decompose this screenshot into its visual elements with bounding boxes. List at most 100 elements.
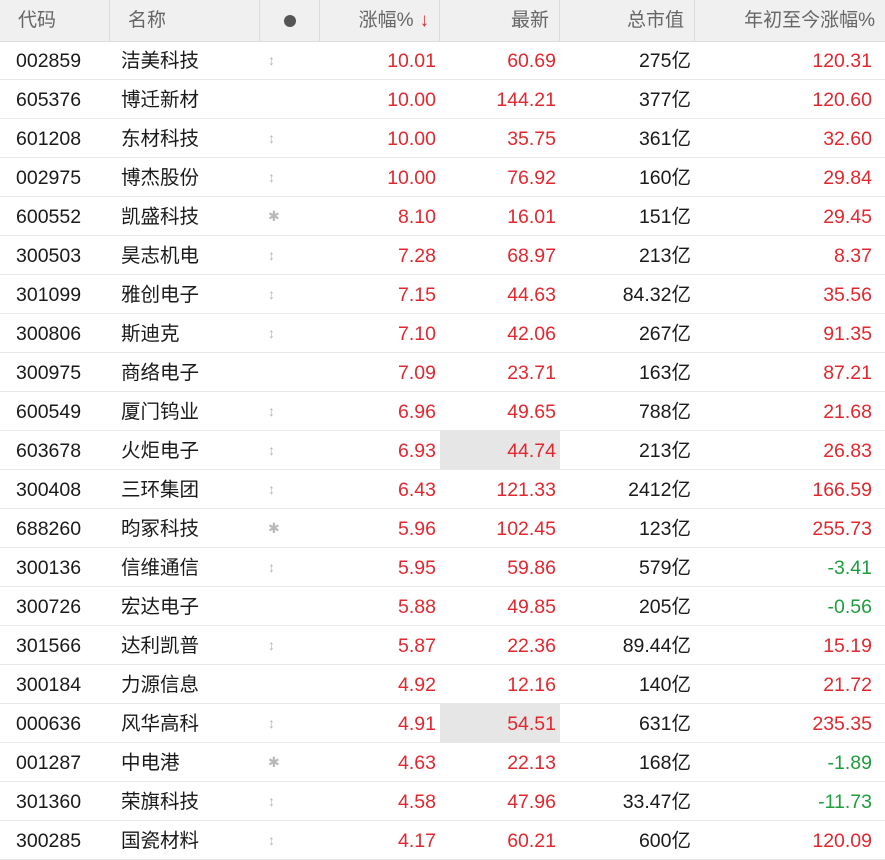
table-row[interactable]: 600549 厦门钨业 ↕ 6.96 49.65 788亿 21.68 <box>0 392 885 431</box>
stock-name: 博杰股份 <box>121 167 200 189</box>
market-cap: 205亿 <box>638 596 691 618</box>
table-row[interactable]: 300285 国瓷材料 ↕ 4.17 60.21 600亿 120.09 <box>0 821 885 860</box>
stock-code: 605376 <box>16 89 82 111</box>
latest-price: 35.75 <box>507 128 556 150</box>
table-row[interactable]: 688260 昀冢科技 ✱ 5.96 102.45 123亿 255.73 <box>0 509 885 548</box>
table-row[interactable]: 301360 荣旗科技 ↕ 4.58 47.96 33.47亿 -11.73 <box>0 782 885 821</box>
header-latest[interactable]: 最新 <box>440 0 560 41</box>
ytd-change: 26.83 <box>823 440 872 462</box>
stock-name: 宏达电子 <box>121 596 200 618</box>
header-marker[interactable] <box>260 0 320 41</box>
stock-code: 300503 <box>16 245 82 267</box>
table-header: 代码 名称 涨幅% ↓ 最新 总市值 年初至今涨幅% <box>0 0 885 42</box>
market-cap: 275亿 <box>638 50 691 72</box>
table-row[interactable]: 300136 信维通信 ↕ 5.95 59.86 579亿 -3.41 <box>0 548 885 587</box>
market-cap: 33.47亿 <box>622 791 691 813</box>
updown-arrow-icon: ↕ <box>268 637 275 653</box>
stock-code: 002975 <box>16 167 82 189</box>
stock-code: 000636 <box>16 713 82 735</box>
latest-price: 22.36 <box>507 635 556 657</box>
ytd-change: 120.60 <box>812 89 872 111</box>
ytd-change: -3.41 <box>827 557 872 579</box>
latest-price: 22.13 <box>507 752 556 774</box>
ytd-change: 32.60 <box>823 128 872 150</box>
latest-price: 12.16 <box>507 674 556 696</box>
stock-code: 301566 <box>16 635 82 657</box>
stock-code: 600549 <box>16 401 82 423</box>
header-name-label: 名称 <box>128 10 167 31</box>
updown-arrow-icon <box>260 80 320 118</box>
stock-code: 300285 <box>16 830 82 852</box>
market-cap: 788亿 <box>638 401 691 423</box>
latest-price: 49.85 <box>507 596 556 618</box>
updown-arrow-icon: ↕ <box>268 403 275 419</box>
change-pct: 5.96 <box>398 518 436 540</box>
market-cap: 213亿 <box>638 245 691 267</box>
dot-icon <box>283 14 296 27</box>
latest-price: 47.96 <box>507 791 556 813</box>
latest-price: 49.65 <box>507 401 556 423</box>
header-ytd-change[interactable]: 年初至今涨幅% <box>695 0 885 41</box>
updown-arrow-icon: ↕ <box>268 169 275 185</box>
table-row[interactable]: 301099 雅创电子 ↕ 7.15 44.63 84.32亿 35.56 <box>0 275 885 314</box>
table-row[interactable]: 601208 东材科技 ↕ 10.00 35.75 361亿 32.60 <box>0 119 885 158</box>
stock-table: 代码 名称 涨幅% ↓ 最新 总市值 年初至今涨幅% 002859 洁美科技 ↕ 10.… <box>0 0 885 860</box>
stock-code: 301360 <box>16 791 82 813</box>
ytd-change: -1.89 <box>827 752 872 774</box>
table-row[interactable]: 300975 商络电子 7.09 23.71 163亿 87.21 <box>0 353 885 392</box>
table-row[interactable]: 300806 斯迪克 ↕ 7.10 42.06 267亿 91.35 <box>0 314 885 353</box>
updown-arrow-icon: ↕ <box>268 247 275 263</box>
stock-name: 火炬电子 <box>121 440 200 462</box>
table-row[interactable]: 002859 洁美科技 ↕ 10.01 60.69 275亿 120.31 <box>0 41 885 80</box>
header-change-pct[interactable]: 涨幅% ↓ <box>320 0 440 41</box>
change-pct: 6.43 <box>398 479 436 501</box>
change-pct: 5.88 <box>398 596 436 618</box>
change-pct: 10.00 <box>387 167 436 189</box>
table-body: 002859 洁美科技 ↕ 10.01 60.69 275亿 120.31 605376 博迁新… <box>0 41 885 860</box>
table-row[interactable]: 000636 风华高科 ↕ 4.91 54.51 631亿 235.35 <box>0 704 885 743</box>
updown-arrow-icon <box>260 665 320 703</box>
ytd-change: 255.73 <box>812 518 872 540</box>
market-cap: 160亿 <box>638 167 691 189</box>
header-market-cap[interactable]: 总市值 <box>560 0 695 41</box>
table-row[interactable]: 605376 博迁新材 10.00 144.21 377亿 120.60 <box>0 80 885 119</box>
stock-name: 博迁新材 <box>121 89 200 111</box>
change-pct: 6.93 <box>398 440 436 462</box>
change-pct: 10.00 <box>387 128 436 150</box>
latest-price: 60.69 <box>507 50 556 72</box>
header-ytd-change-label: 年初至今涨幅% <box>744 10 875 31</box>
ytd-change: 29.45 <box>823 206 872 228</box>
market-cap: 2412亿 <box>628 479 691 501</box>
ytd-change: 21.68 <box>823 401 872 423</box>
latest-price: 42.06 <box>507 323 556 345</box>
updown-arrow-icon: ↕ <box>268 286 275 302</box>
stock-name: 昊志机电 <box>121 245 200 267</box>
table-row[interactable]: 300408 三环集团 ↕ 6.43 121.33 2412亿 166.59 <box>0 470 885 509</box>
stock-name: 东材科技 <box>121 128 200 150</box>
updown-arrow-icon: ↕ <box>268 832 275 848</box>
table-row[interactable]: 001287 中电港 ✱ 4.63 22.13 168亿 -1.89 <box>0 743 885 782</box>
stock-name: 三环集团 <box>121 479 200 501</box>
header-name[interactable]: 名称 <box>110 0 260 41</box>
stock-code: 300975 <box>16 362 82 384</box>
ytd-change: 91.35 <box>823 323 872 345</box>
stock-name: 雅创电子 <box>121 284 200 306</box>
table-row[interactable]: 301566 达利凯普 ↕ 5.87 22.36 89.44亿 15.19 <box>0 626 885 665</box>
updown-arrow-icon: ↕ <box>268 325 275 341</box>
change-pct: 7.10 <box>398 323 436 345</box>
stock-name: 斯迪克 <box>121 323 180 345</box>
table-row[interactable]: 600552 凯盛科技 ✱ 8.10 16.01 151亿 29.45 <box>0 197 885 236</box>
header-code[interactable]: 代码 <box>0 0 110 41</box>
stock-code: 300136 <box>16 557 82 579</box>
stock-name: 凯盛科技 <box>121 206 200 228</box>
latest-price: 44.74 <box>440 431 560 469</box>
stock-code: 600552 <box>16 206 82 228</box>
table-row[interactable]: 603678 火炬电子 ↕ 6.93 44.74 213亿 26.83 <box>0 431 885 470</box>
table-row[interactable]: 300184 力源信息 4.92 12.16 140亿 21.72 <box>0 665 885 704</box>
asterisk-icon: ✱ <box>268 754 280 770</box>
stock-code: 301099 <box>16 284 82 306</box>
table-row[interactable]: 300726 宏达电子 5.88 49.85 205亿 -0.56 <box>0 587 885 626</box>
table-row[interactable]: 002975 博杰股份 ↕ 10.00 76.92 160亿 29.84 <box>0 158 885 197</box>
table-row[interactable]: 300503 昊志机电 ↕ 7.28 68.97 213亿 8.37 <box>0 236 885 275</box>
latest-price: 54.51 <box>440 704 560 742</box>
